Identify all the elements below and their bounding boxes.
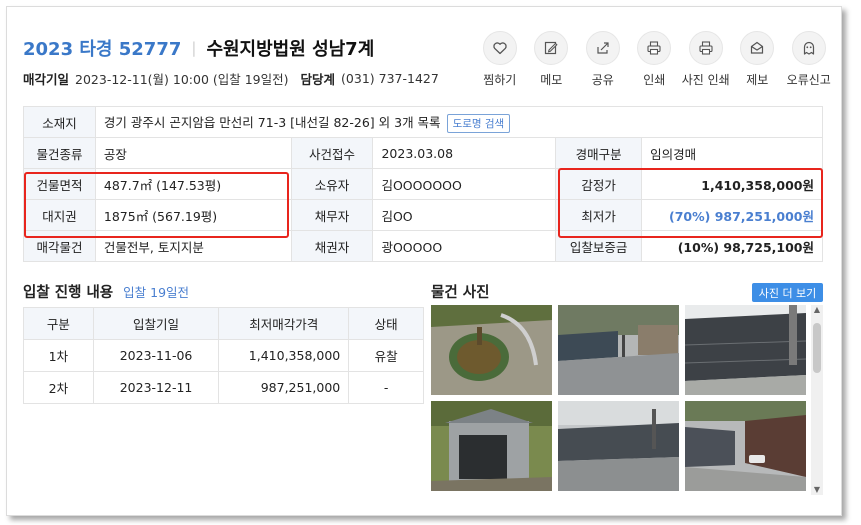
share-label: 공유 (591, 73, 614, 87)
property-photo[interactable] (558, 305, 679, 395)
scroll-down-icon[interactable]: ▼ (811, 485, 823, 495)
property-type-label: 물건종류 (23, 137, 96, 169)
creditor-value: 광OOOOO (372, 230, 557, 262)
auction-kind-value: 임의경매 (641, 137, 823, 169)
property-photo[interactable] (685, 305, 806, 395)
case-received-label: 사건접수 (290, 137, 374, 169)
scroll-up-icon[interactable]: ▲ (811, 305, 823, 315)
status-cell: 유찰 (348, 339, 424, 372)
heart-icon (482, 31, 517, 65)
column-header: 구분 (23, 307, 94, 340)
owner-label: 소유자 (290, 168, 374, 200)
case-received-value: 2023.03.08 (372, 137, 557, 169)
bid-date-cell: 2023-11-06 (92, 339, 220, 372)
location-cell: 경기 광주시 곤지암읍 만선리 71-3 [내선길 82-26] 외 3개 목록… (94, 106, 824, 138)
round-cell: 1차 (23, 339, 94, 372)
ghost-icon (791, 31, 826, 65)
case-title-line: 2023 타경 52777 | 수원지방법원 성남7계 (23, 35, 374, 61)
favorite-label: 찜하기 (483, 73, 517, 87)
memo-label: 메모 (540, 73, 563, 87)
table-row: 물건종류 공장 사건접수 2023.03.08 경매구분 임의경매 (23, 137, 823, 169)
bidding-section-title: 입찰 진행 내용 입찰 19일전 (23, 281, 189, 302)
property-type-value: 공장 (94, 137, 292, 169)
photo-gallery (431, 305, 823, 495)
share-icon (585, 31, 620, 65)
table-header-row: 구분 입찰기일 최저매각가격 상태 (23, 307, 424, 340)
debtor-label: 채무자 (290, 199, 374, 231)
favorite-button[interactable]: 찜하기 (474, 31, 526, 88)
division-label: 담당계 (300, 72, 336, 87)
bidding-dday-note: 입찰 19일전 (123, 285, 190, 300)
property-photo[interactable] (431, 401, 552, 491)
print-button[interactable]: 인쇄 (629, 31, 681, 88)
table-row: 1차 2023-11-06 1,410,358,000 유찰 (23, 339, 424, 372)
sale-info-line: 매각기일 2023-12-11(월) 10:00 (입찰 19일전) 담당계 (… (23, 69, 451, 88)
debtor-value: 김OO (372, 199, 557, 231)
pencil-icon (534, 31, 569, 65)
photo-print-button[interactable]: 사진 인쇄 (680, 31, 732, 88)
column-header: 최저매각가격 (218, 307, 350, 340)
title-divider: | (191, 39, 197, 57)
share-button[interactable]: 공유 (577, 31, 629, 88)
table-row: 2차 2023-12-11 987,251,000 - (23, 371, 424, 404)
property-photo[interactable] (685, 401, 806, 491)
column-header: 입찰기일 (92, 307, 220, 340)
bidding-table: 구분 입찰기일 최저매각가격 상태 1차 2023-11-06 1,410,35… (23, 307, 424, 404)
sale-date-value: 2023-12-11(월) 10:00 (입찰 19일전) (75, 72, 289, 87)
error-report-label: 오류신고 (786, 73, 831, 87)
printer-icon (637, 31, 672, 65)
print-label: 인쇄 (643, 73, 666, 87)
envelope-icon (740, 31, 775, 65)
creditor-label: 채권자 (290, 230, 374, 262)
min-price-cell: 987,251,000 (218, 371, 350, 404)
error-report-button[interactable]: 오류신고 (783, 31, 835, 88)
area-highlight-box (24, 172, 289, 238)
photo-scrollbar[interactable]: ▲ ▼ (811, 305, 823, 495)
round-cell: 2차 (23, 371, 94, 404)
price-highlight-box (558, 168, 823, 238)
scrollbar-thumb[interactable] (813, 323, 821, 373)
action-toolbar: 찜하기 메모 공유 인쇄 사진 인쇄 제보 오류신고 (474, 31, 835, 88)
report-label: 제보 (746, 73, 769, 87)
location-value: 경기 광주시 곤지암읍 만선리 71-3 [내선길 82-26] 외 3개 목록 (103, 114, 441, 130)
column-header: 상태 (348, 307, 424, 340)
owner-value: 김OOOOOOO (372, 168, 557, 200)
min-price-cell: 1,410,358,000 (218, 339, 350, 372)
photo-print-label: 사진 인쇄 (681, 73, 730, 87)
court-name: 수원지방법원 성남7계 (206, 39, 375, 60)
report-button[interactable]: 제보 (732, 31, 784, 88)
property-photo[interactable] (558, 401, 679, 491)
auction-detail-panel: 2023 타경 52777 | 수원지방법원 성남7계 매각기일 2023-12… (6, 6, 842, 516)
printer-icon (688, 31, 723, 65)
bid-date-cell: 2023-12-11 (92, 371, 220, 404)
table-row: 소재지 경기 광주시 곤지암읍 만선리 71-3 [내선길 82-26] 외 3… (23, 106, 824, 138)
memo-button[interactable]: 메모 (526, 31, 578, 88)
bidding-title: 입찰 진행 내용 (23, 285, 114, 301)
more-photos-button[interactable]: 사진 더 보기 (752, 283, 823, 302)
road-search-button[interactable]: 도로명 검색 (446, 113, 511, 133)
case-number: 2023 타경 52777 (23, 39, 182, 60)
sale-date-label: 매각기일 (23, 72, 70, 87)
status-cell: - (348, 371, 424, 404)
division-phone: (031) 737-1427 (341, 71, 439, 86)
photos-section-title: 물건 사진 (431, 285, 490, 301)
auction-kind-label: 경매구분 (555, 137, 643, 169)
property-photo[interactable] (431, 305, 552, 395)
location-label: 소재지 (23, 106, 96, 138)
